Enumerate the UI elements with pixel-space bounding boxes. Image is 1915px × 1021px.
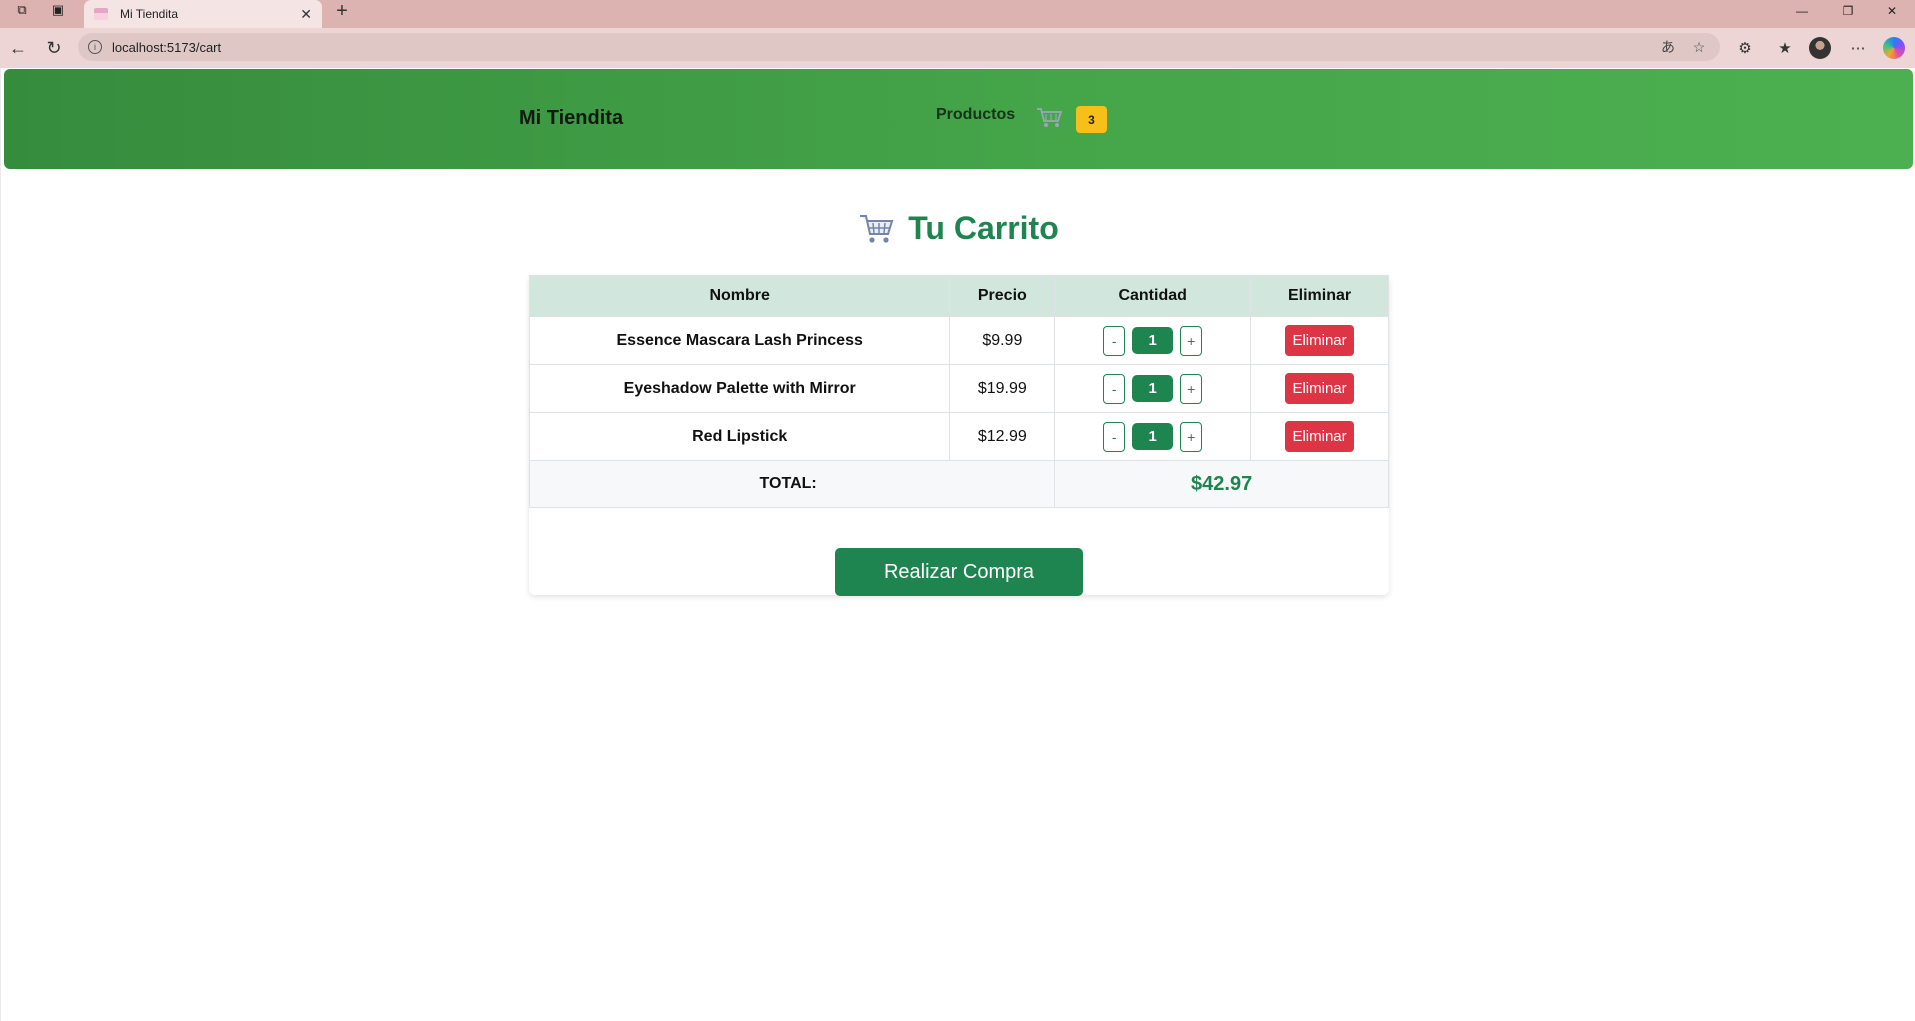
- minimize-icon[interactable]: —: [1782, 0, 1822, 22]
- site-info-icon[interactable]: i: [88, 40, 102, 54]
- page-title: Tu Carrito: [1, 210, 1915, 247]
- quantity-cell: - 1 +: [1054, 364, 1252, 413]
- decrease-quantity-button[interactable]: -: [1103, 325, 1126, 356]
- close-tab-icon[interactable]: ✕: [300, 6, 312, 23]
- favorites-icon[interactable]: ★: [1771, 34, 1799, 62]
- page-viewport: Mi Tiendita Productos 3 Tu Carrito Nombr: [0, 68, 1915, 1021]
- remove-cell: Eliminar: [1250, 412, 1389, 461]
- decrease-quantity-button[interactable]: -: [1103, 421, 1126, 452]
- tab-title: Mi Tiendita: [120, 7, 179, 21]
- copilot-icon[interactable]: [1883, 37, 1905, 59]
- quantity-value: 1: [1132, 423, 1174, 450]
- increase-quantity-button[interactable]: +: [1180, 325, 1203, 356]
- restore-icon[interactable]: ❐: [1828, 0, 1868, 22]
- tab-actions-icon[interactable]: ▣: [44, 0, 72, 20]
- increase-quantity-button[interactable]: +: [1180, 373, 1203, 404]
- browser-tab[interactable]: Mi Tiendita ✕: [84, 0, 322, 28]
- table-row: Eyeshadow Palette with Mirror $19.99 - 1…: [528, 364, 1389, 413]
- cart-title: Tu Carrito: [908, 210, 1059, 246]
- browser-tab-bar: ⧉ ▣ Mi Tiendita ✕ + — ❐ ✕: [0, 0, 1915, 28]
- column-header-quantity: Cantidad: [1054, 275, 1252, 317]
- quantity-cell: - 1 +: [1054, 316, 1252, 365]
- table-header-row: Nombre Precio Cantidad Eliminar: [528, 275, 1389, 317]
- quantity-stepper: - 1 +: [1103, 325, 1203, 356]
- quantity-stepper: - 1 +: [1103, 373, 1203, 404]
- remove-item-button[interactable]: Eliminar: [1285, 325, 1355, 356]
- url-text[interactable]: localhost:5173/cart: [112, 40, 221, 55]
- quantity-value: 1: [1132, 375, 1174, 402]
- translate-icon[interactable]: あ: [1656, 33, 1680, 61]
- total-label: TOTAL:: [528, 460, 1056, 508]
- url-field[interactable]: i localhost:5173/cart あ ☆: [78, 33, 1720, 61]
- quantity-cell: - 1 +: [1054, 412, 1252, 461]
- table-row: Essence Mascara Lash Princess $9.99 - 1 …: [528, 316, 1389, 365]
- refresh-icon[interactable]: ↻: [40, 34, 68, 62]
- shopping-cart-icon: [860, 214, 894, 243]
- item-name: Essence Mascara Lash Princess: [528, 316, 951, 365]
- table-row: Red Lipstick $12.99 - 1 + Eliminar: [528, 412, 1389, 461]
- checkout-button[interactable]: Realizar Compra: [835, 548, 1083, 596]
- favorite-star-icon[interactable]: ☆: [1687, 33, 1711, 61]
- cart-icon[interactable]: [1036, 107, 1064, 129]
- store-favicon-icon: [94, 8, 108, 20]
- site-header: Mi Tiendita Productos 3: [4, 69, 1913, 169]
- cart-count-badge[interactable]: 3: [1076, 106, 1107, 133]
- item-name: Eyeshadow Palette with Mirror: [528, 364, 951, 413]
- new-tab-icon[interactable]: +: [330, 0, 354, 22]
- column-header-name: Nombre: [528, 275, 951, 317]
- item-price: $12.99: [949, 412, 1056, 461]
- cart-table: Nombre Precio Cantidad Eliminar Essence …: [528, 275, 1389, 508]
- total-value: $42.97: [1054, 460, 1389, 508]
- profile-avatar[interactable]: [1809, 37, 1831, 59]
- item-name: Red Lipstick: [528, 412, 951, 461]
- extensions-icon[interactable]: ⚙: [1731, 34, 1759, 62]
- column-header-remove: Eliminar: [1250, 275, 1389, 317]
- total-row: TOTAL: $42.97: [528, 460, 1389, 508]
- quantity-value: 1: [1132, 327, 1174, 354]
- decrease-quantity-button[interactable]: -: [1103, 373, 1126, 404]
- brand-title[interactable]: Mi Tiendita: [519, 107, 623, 130]
- nav-link-products[interactable]: Productos: [936, 106, 1015, 124]
- column-header-price: Precio: [949, 275, 1056, 317]
- remove-item-button[interactable]: Eliminar: [1285, 421, 1355, 452]
- more-options-icon[interactable]: ⋯: [1844, 34, 1872, 62]
- increase-quantity-button[interactable]: +: [1180, 421, 1203, 452]
- remove-item-button[interactable]: Eliminar: [1285, 373, 1355, 404]
- workspaces-icon[interactable]: ⧉: [8, 0, 36, 20]
- remove-cell: Eliminar: [1250, 364, 1389, 413]
- back-icon[interactable]: ←: [4, 34, 32, 62]
- quantity-stepper: - 1 +: [1103, 421, 1203, 452]
- remove-cell: Eliminar: [1250, 316, 1389, 365]
- close-window-icon[interactable]: ✕: [1872, 0, 1912, 22]
- item-price: $19.99: [949, 364, 1056, 413]
- item-price: $9.99: [949, 316, 1056, 365]
- address-bar-row: ← ↻ i localhost:5173/cart あ ☆ ⚙ ★ ⋯: [0, 28, 1915, 68]
